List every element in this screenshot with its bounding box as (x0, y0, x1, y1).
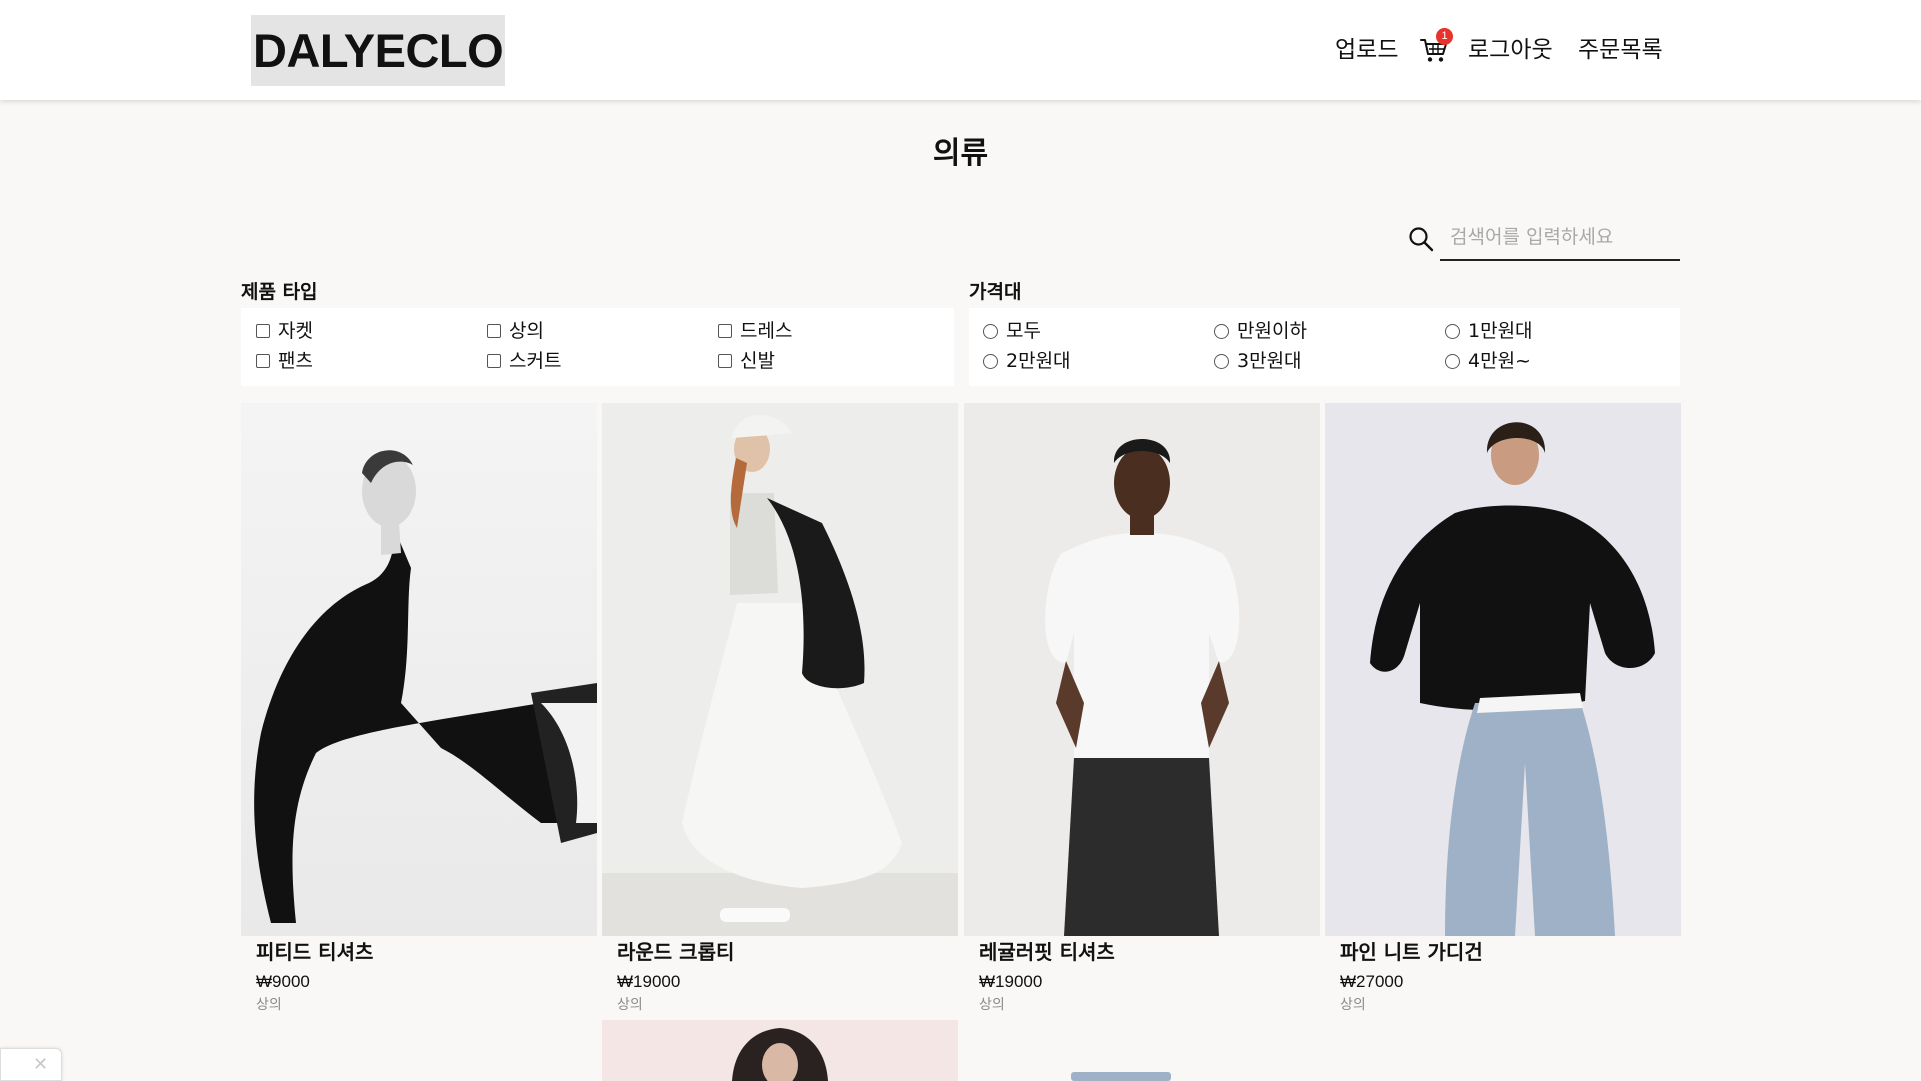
product-category: 상의 (1340, 997, 1366, 1013)
type-checkbox[interactable] (487, 324, 501, 338)
price-filter-panel: 모두 만원이하 1만원대 2만원대 3만원대 4만원~ (969, 308, 1680, 386)
product-name: 라운드 크롭티 (617, 940, 735, 964)
close-icon[interactable]: ✕ (33, 1055, 48, 1075)
type-checkbox[interactable] (718, 354, 732, 368)
product-type-filter-panel: 자켓 상의 드레스 팬츠 스커트 신발 (241, 308, 954, 386)
price-option-10k[interactable]: 1만원대 (1445, 318, 1533, 344)
type-checkbox[interactable] (718, 324, 732, 338)
price-filter-title: 가격대 (969, 281, 1022, 303)
type-checkbox[interactable] (256, 354, 270, 368)
type-option-skirt[interactable]: 스커트 (487, 348, 561, 374)
product-price: ₩9000 (256, 972, 310, 991)
product-category: 상의 (617, 997, 643, 1013)
product-image[interactable] (964, 403, 1320, 936)
type-option-shoes[interactable]: 신발 (718, 348, 775, 374)
product-name: 피티드 티셔츠 (256, 940, 374, 964)
product-image-next-row[interactable] (602, 1020, 958, 1081)
cart-button[interactable]: 1 (1420, 28, 1453, 68)
type-checkbox[interactable] (487, 354, 501, 368)
price-option-40k-plus[interactable]: 4만원~ (1445, 348, 1531, 374)
product-name: 파인 니트 가디건 (1340, 940, 1483, 964)
product-type-filter-title: 제품 타입 (241, 281, 318, 303)
type-option-jacket[interactable]: 자켓 (256, 318, 313, 344)
price-option-30k[interactable]: 3만원대 (1214, 348, 1302, 374)
floating-widget-tab[interactable]: ✕ (0, 1048, 62, 1081)
nav-upload-link[interactable]: 업로드 (1335, 30, 1398, 70)
price-radio[interactable] (1445, 353, 1460, 369)
price-radio[interactable] (983, 353, 998, 369)
cart-count-badge: 1 (1436, 28, 1453, 45)
search-icon[interactable] (1408, 226, 1434, 252)
price-option-under-10k[interactable]: 만원이하 (1214, 318, 1307, 344)
product-price: ₩19000 (617, 972, 681, 991)
price-radio[interactable] (1445, 323, 1460, 339)
price-radio[interactable] (1214, 353, 1229, 369)
product-image[interactable] (602, 403, 958, 936)
product-name: 레귤러핏 티셔츠 (979, 940, 1115, 964)
site-logo[interactable]: DALYECLO (251, 15, 506, 86)
product-image-next-row[interactable] (964, 1020, 1320, 1081)
product-category: 상의 (256, 997, 282, 1013)
product-image[interactable] (241, 403, 597, 936)
price-radio[interactable] (983, 323, 998, 339)
nav-orders-link[interactable]: 주문목록 (1578, 30, 1663, 70)
price-radio[interactable] (1214, 323, 1229, 339)
type-option-pants[interactable]: 팬츠 (256, 348, 313, 374)
type-checkbox[interactable] (256, 324, 270, 338)
search-input[interactable] (1440, 215, 1680, 261)
top-header: DALYECLO 업로드 1 로그아웃 주문목록 (0, 0, 1921, 100)
price-option-20k[interactable]: 2만원대 (983, 348, 1071, 374)
page-title: 의류 (932, 136, 989, 171)
price-option-all[interactable]: 모두 (983, 318, 1041, 344)
type-option-dress[interactable]: 드레스 (718, 318, 792, 344)
product-price: ₩19000 (979, 972, 1043, 991)
nav-logout-link[interactable]: 로그아웃 (1468, 30, 1553, 70)
product-price: ₩27000 (1340, 972, 1404, 991)
type-option-top[interactable]: 상의 (487, 318, 544, 344)
product-image[interactable] (1325, 403, 1681, 936)
search-bar (1408, 215, 1680, 263)
product-category: 상의 (979, 997, 1005, 1013)
